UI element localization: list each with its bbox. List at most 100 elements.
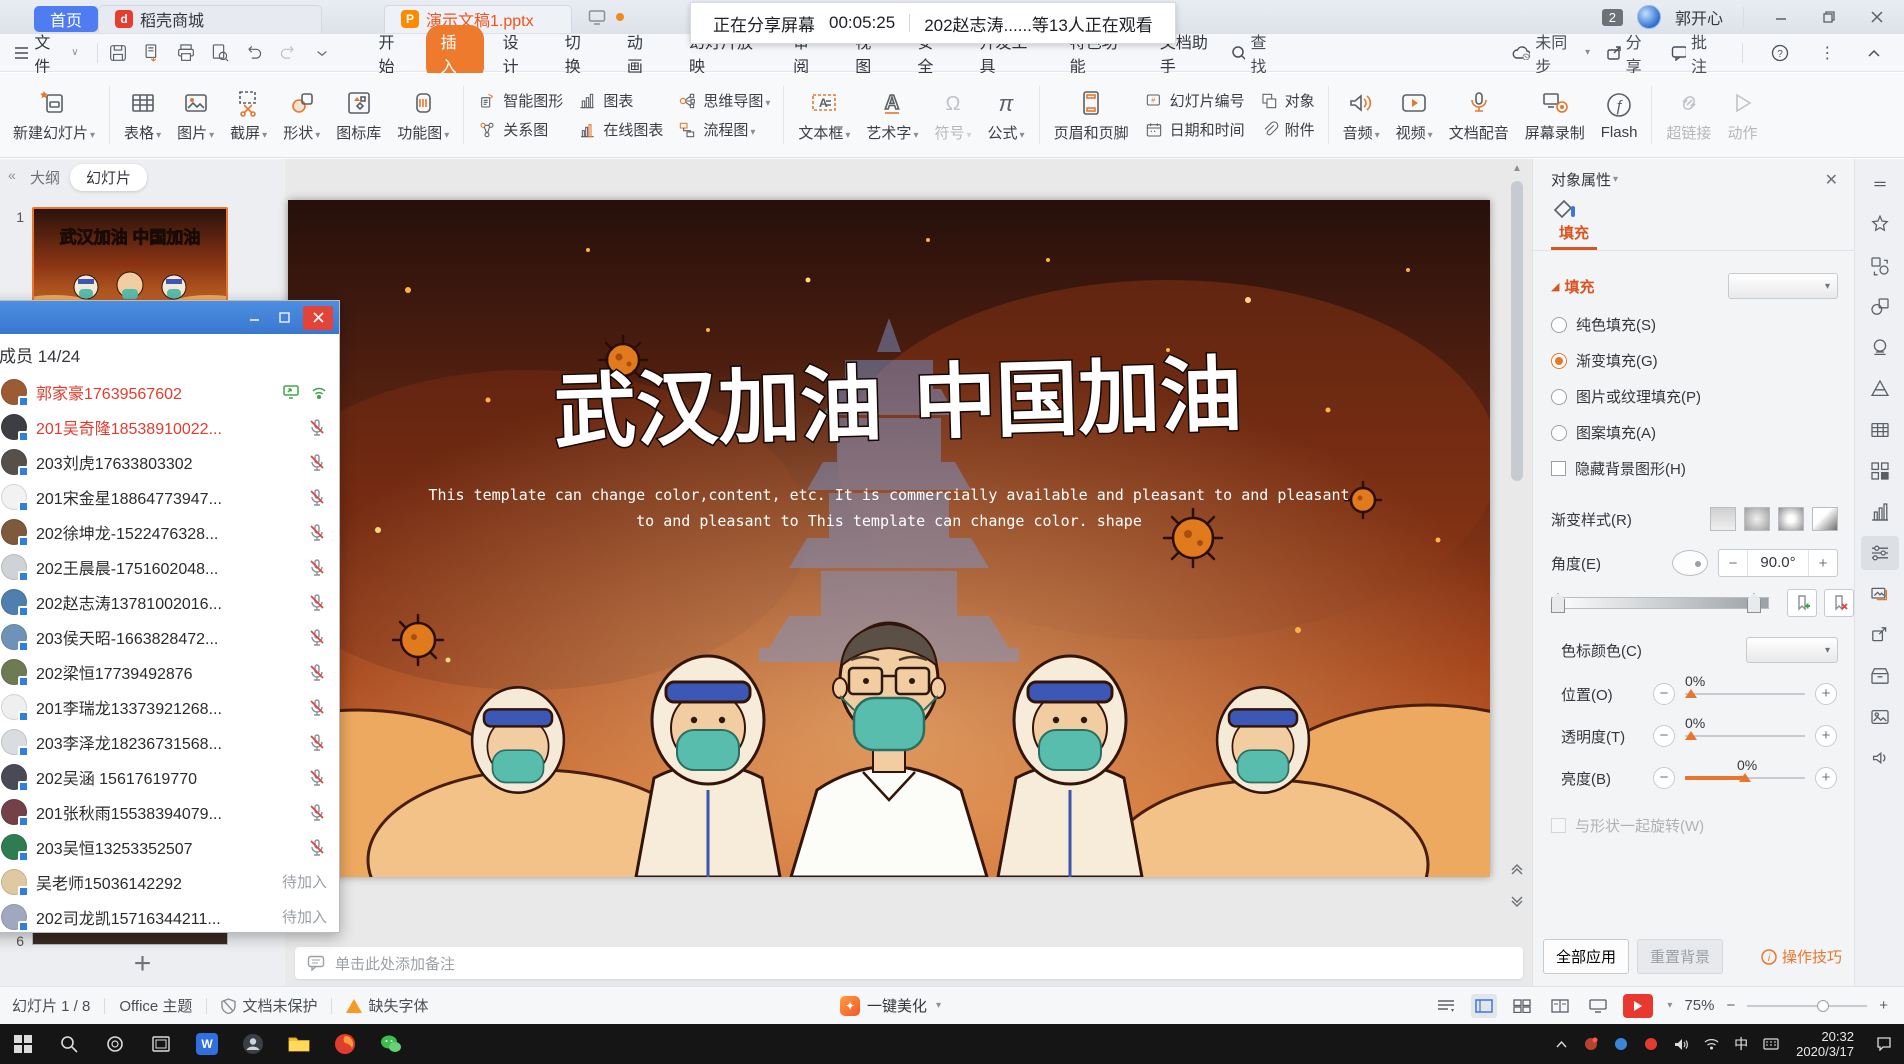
plus-button[interactable]: + — [1815, 725, 1837, 747]
option-solid-fill[interactable]: 纯色填充(S) — [1551, 314, 1838, 335]
new-slide-button[interactable]: + — [0, 947, 285, 981]
gradient-stop-end[interactable] — [1747, 593, 1761, 613]
ribbon-flowchart-button[interactable]: 流程图▾ — [677, 119, 770, 140]
muted-mic-icon[interactable] — [307, 522, 327, 542]
minus-button[interactable]: − — [1719, 555, 1747, 572]
ribbon-object-button[interactable]: 对象 — [1259, 90, 1315, 111]
zoom-in-button[interactable]: + — [1879, 997, 1888, 1014]
help-button[interactable]: ? — [1765, 40, 1796, 66]
object-properties-icon[interactable] — [1861, 536, 1899, 570]
slider-thumb[interactable] — [1739, 773, 1751, 782]
muted-mic-icon[interactable] — [307, 662, 327, 682]
option-picture-fill[interactable]: 图片或纹理填充(P) — [1551, 386, 1838, 407]
close-panel-icon[interactable]: ✕ — [1825, 170, 1838, 190]
tab-outline[interactable]: 大纲 — [30, 167, 60, 188]
member-row[interactable]: 202徐坤龙-1522476328... — [0, 514, 339, 549]
notes-input[interactable]: 单击此处添加备注 — [295, 947, 1523, 979]
member-row[interactable]: 201李瑞龙13373921268... — [0, 689, 339, 724]
muted-mic-icon[interactable] — [307, 557, 327, 577]
ribbon-online-chart-button[interactable]: 在线图表 — [577, 119, 663, 140]
gradient-swatch-rect[interactable] — [1778, 507, 1804, 531]
pyramid-icon[interactable] — [1861, 372, 1899, 406]
window-count-badge[interactable]: 2 — [1602, 9, 1623, 26]
member-row[interactable]: 郭家豪17639567602 — [0, 374, 339, 409]
muted-mic-icon[interactable] — [307, 732, 327, 752]
ribbon-flash-button[interactable]: ƒ Flash — [1594, 86, 1645, 145]
option-pattern-fill[interactable]: 图案填充(A) — [1551, 422, 1838, 443]
muted-mic-icon[interactable] — [307, 802, 327, 822]
meeting-members-window[interactable]: 成员 14/24 郭家豪17639567602 201吴奇隆1853891002… — [0, 300, 340, 933]
ribbon-icon-lib-button[interactable]: 图标库 — [329, 84, 388, 147]
protection-status[interactable]: 文档未保护 — [221, 995, 317, 1016]
shapes-icon[interactable] — [1861, 290, 1899, 324]
ribbon-chart-button[interactable]: 图表 — [577, 90, 663, 111]
find-button[interactable]: 查找 — [1231, 29, 1279, 77]
delete-stop-button[interactable] — [1824, 589, 1854, 617]
stamp-icon[interactable] — [1861, 331, 1899, 365]
ribbon-textbox-button[interactable]: A 文本框▾ — [791, 84, 857, 147]
plus-button[interactable]: + — [1815, 767, 1837, 789]
tray-expand-icon[interactable] — [1546, 1024, 1576, 1064]
table-icon[interactable] — [1861, 413, 1899, 447]
muted-mic-icon[interactable] — [307, 837, 327, 857]
ribbon-slide-number-button[interactable]: # 幻灯片编号 — [1144, 90, 1245, 111]
member-row[interactable]: 202梁恒17739492876 — [0, 654, 339, 689]
output-button[interactable] — [137, 39, 167, 67]
tray-app3-icon[interactable] — [1636, 1024, 1666, 1064]
projector-view-button[interactable] — [1585, 994, 1611, 1018]
theme-name[interactable]: Office 主题 — [119, 995, 192, 1016]
picture-icon[interactable] — [1861, 700, 1899, 734]
plus-button[interactable]: + — [1815, 683, 1837, 705]
chart-icon[interactable] — [1861, 495, 1899, 529]
slideshow-play-button[interactable] — [1623, 994, 1653, 1018]
ribbon-attachment-button[interactable]: 附件 — [1259, 119, 1315, 140]
comment-button[interactable]: 批注 — [1671, 29, 1720, 77]
ribbon-audio-button[interactable]: 音频▾ — [1336, 84, 1387, 147]
ribbon-header-footer-button[interactable]: 页眉和页脚 — [1047, 84, 1136, 147]
tab-docer-mall[interactable]: d 稻壳商城 — [98, 5, 322, 33]
chevron-down-icon[interactable]: ▾ — [1613, 174, 1618, 185]
tips-link[interactable]: i 操作技巧 — [1761, 946, 1842, 967]
muted-mic-icon[interactable] — [307, 697, 327, 717]
position-slider[interactable]: 0% — [1685, 693, 1805, 695]
member-row[interactable]: 202司龙凯15716344211...待加入 — [0, 899, 339, 934]
apply-all-button[interactable]: 全部应用 — [1543, 939, 1629, 974]
ribbon-screen-record-button[interactable]: 屏幕录制 — [1518, 84, 1592, 147]
zoom-percentage[interactable]: 75% — [1684, 997, 1714, 1014]
start-button[interactable] — [0, 1024, 46, 1064]
add-stop-button[interactable] — [1787, 589, 1817, 617]
screen-sharing-banner[interactable]: 正在分享屏幕 00:05:25 202赵志涛......等13人正在观看 — [690, 2, 1176, 44]
more-menu-button[interactable]: ⋮ — [1812, 40, 1843, 66]
beautify-button[interactable]: ✦ 一键美化 ▾ — [840, 995, 941, 1016]
member-row[interactable]: 202吴涵 15617619770 — [0, 759, 339, 794]
slider-thumb[interactable] — [1685, 731, 1697, 740]
previous-slide-button[interactable] — [1507, 854, 1527, 884]
stop-color-dropdown[interactable]: ▾ — [1746, 637, 1838, 663]
sound-icon[interactable] — [1861, 741, 1899, 775]
ribbon-shape-button[interactable]: 形状▾ — [276, 84, 327, 147]
storage-box-icon[interactable] — [1861, 659, 1899, 693]
muted-mic-icon[interactable] — [307, 417, 327, 437]
collapse-panel-icon[interactable]: « — [8, 167, 16, 183]
member-row[interactable]: 吴老师15036142292待加入 — [0, 864, 339, 899]
member-row[interactable]: 201张秋雨15538394079... — [0, 794, 339, 829]
ribbon-wordart-button[interactable]: A 艺术字▾ — [859, 84, 925, 147]
play-options-icon[interactable]: ▾ — [1667, 1000, 1672, 1011]
muted-mic-icon[interactable] — [307, 452, 327, 472]
print-preview-button[interactable] — [205, 39, 235, 67]
ribbon-table-button[interactable]: 表格▾ — [117, 84, 168, 147]
notes-toggle-button[interactable] — [1433, 994, 1459, 1018]
member-row[interactable]: 202王晨晨-1751602048... — [0, 549, 339, 584]
section-collapse-icon[interactable]: ◢ — [1551, 280, 1559, 293]
muted-mic-icon[interactable] — [307, 767, 327, 787]
share-export-icon[interactable] — [1861, 618, 1899, 652]
tray-app2-icon[interactable] — [1606, 1024, 1636, 1064]
member-row[interactable]: 203刘虎17633803302 — [0, 444, 339, 479]
restore-button[interactable] — [1812, 4, 1846, 30]
more-commands-button[interactable] — [307, 39, 337, 67]
tab-fill[interactable]: 填充 — [1551, 198, 1597, 250]
clock[interactable]: 20:32 2020/3/17 — [1786, 1029, 1864, 1059]
cortana-icon[interactable] — [92, 1024, 138, 1064]
print-button[interactable] — [171, 39, 201, 67]
gradient-stop-bar[interactable] — [1551, 593, 1838, 615]
